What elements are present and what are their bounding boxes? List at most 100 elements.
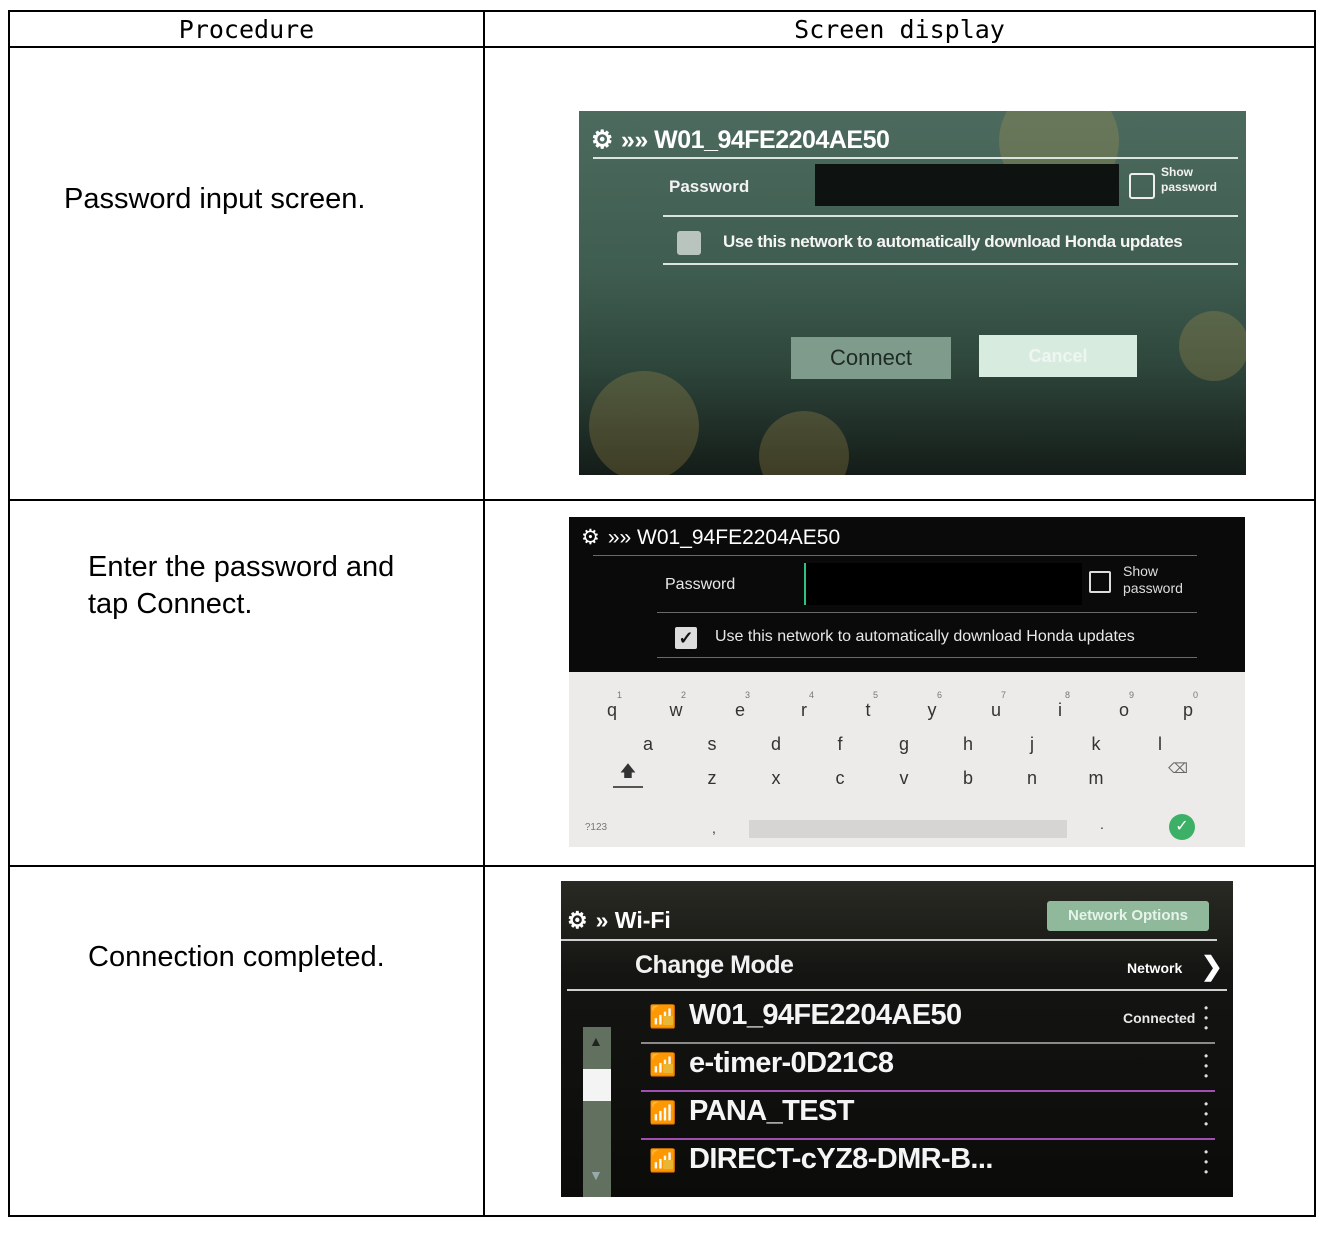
- divider: [593, 555, 1197, 556]
- procedure-line-1: Enter the password and: [88, 551, 395, 583]
- key-v[interactable]: v: [889, 768, 919, 789]
- key-number-hint: 9: [1129, 690, 1135, 700]
- show-password-line-2: password: [1161, 180, 1218, 194]
- show-password-line-2: password: [1123, 580, 1183, 596]
- network-row[interactable]: 📶e-timer-0D21C8•••: [641, 1045, 1209, 1089]
- network-ssid: PANA_TEST: [689, 1095, 854, 1127]
- scroll-down-icon[interactable]: ▼: [589, 1167, 603, 1183]
- auto-download-checkbox[interactable]: ✓: [675, 627, 697, 649]
- password-label: Password: [665, 576, 736, 593]
- done-check-icon[interactable]: ✓: [1169, 814, 1195, 840]
- list-scrollbar[interactable]: ▲ ▼: [583, 1027, 611, 1197]
- chevron-right-icon[interactable]: ❯: [1201, 951, 1223, 982]
- space-bar[interactable]: [749, 820, 1067, 838]
- divider: [657, 612, 1197, 613]
- scrollbar-thumb[interactable]: [583, 1069, 611, 1101]
- key-d[interactable]: d: [761, 734, 791, 755]
- key-letter: q: [606, 700, 617, 720]
- backspace-key[interactable]: ⌫: [1163, 760, 1193, 777]
- symbols-key[interactable]: ?123: [581, 822, 611, 833]
- settings-gear-icon: ⚙: [591, 126, 613, 154]
- key-b[interactable]: b: [953, 768, 983, 789]
- lock-icon: [663, 1016, 673, 1025]
- network-row[interactable]: 📶W01_94FE2204AE50Connected•••: [641, 997, 1209, 1041]
- key-letter: y: [927, 700, 937, 720]
- key-letter: r: [801, 700, 807, 720]
- more-options-icon[interactable]: • • •: [1204, 1050, 1208, 1082]
- show-password-checkbox[interactable]: [1129, 173, 1155, 199]
- key-f[interactable]: f: [825, 734, 855, 755]
- period-key[interactable]: .: [1087, 816, 1117, 832]
- more-options-icon[interactable]: • • •: [1204, 1002, 1208, 1034]
- key-number-hint: 7: [1001, 690, 1007, 700]
- key-number-hint: 4: [809, 690, 815, 700]
- more-options-icon[interactable]: • • •: [1204, 1146, 1208, 1178]
- network-ssid: e-timer-0D21C8: [689, 1047, 894, 1079]
- key-l[interactable]: l: [1145, 734, 1175, 755]
- connect-button[interactable]: Connect: [791, 337, 951, 379]
- divider: [561, 939, 1217, 941]
- key-x[interactable]: x: [761, 768, 791, 789]
- network-row[interactable]: 📶 PANA_TEST • • •: [641, 1093, 1209, 1137]
- key-n[interactable]: n: [1017, 768, 1047, 789]
- key-g[interactable]: g: [889, 734, 919, 755]
- key-number-hint: 1: [617, 690, 623, 700]
- key-h[interactable]: h: [953, 734, 983, 755]
- key-number-hint: 5: [873, 690, 879, 700]
- key-a[interactable]: a: [633, 734, 663, 755]
- key-u[interactable]: u7: [981, 690, 1011, 721]
- key-m[interactable]: m: [1081, 768, 1111, 789]
- key-o[interactable]: o9: [1109, 690, 1139, 721]
- shift-key[interactable]: 🡅: [613, 760, 643, 787]
- key-q[interactable]: q1: [597, 690, 627, 721]
- screen-display-3: ⚙ » Wi-Fi Network Options Change Mode Net…: [483, 865, 1316, 1217]
- network-name: »» W01_94FE2204AE50: [607, 526, 841, 549]
- key-number-hint: 2: [681, 690, 687, 700]
- key-letter: p: [1182, 700, 1193, 720]
- procedure-step-3: Connection completed.: [8, 865, 485, 1217]
- divider: [593, 157, 1238, 159]
- key-number-hint: 6: [937, 690, 943, 700]
- more-options-icon[interactable]: • • •: [1204, 1098, 1208, 1130]
- key-letter: w: [669, 700, 683, 720]
- show-password-label: Show password: [1161, 165, 1217, 195]
- key-t[interactable]: t5: [853, 690, 883, 721]
- cancel-button[interactable]: Cancel: [979, 335, 1137, 377]
- password-input[interactable]: [804, 563, 1082, 605]
- header-procedure: Procedure: [8, 10, 485, 48]
- key-c[interactable]: c: [825, 768, 855, 789]
- comma-key[interactable]: ,: [699, 820, 729, 836]
- password-input[interactable]: [815, 164, 1119, 206]
- key-e[interactable]: e3: [725, 690, 755, 721]
- key-number-hint: 3: [745, 690, 751, 700]
- divider: [663, 215, 1238, 217]
- key-number-hint: 8: [1065, 690, 1071, 700]
- key-j[interactable]: j: [1017, 734, 1047, 755]
- shift-underline: [613, 786, 643, 788]
- key-w[interactable]: w2: [661, 690, 691, 721]
- show-password-label: Show password: [1123, 563, 1183, 597]
- key-z[interactable]: z: [697, 768, 727, 789]
- scroll-to-top-icon[interactable]: ▲: [589, 1033, 603, 1049]
- key-y[interactable]: y6: [917, 690, 947, 721]
- key-s[interactable]: s: [697, 734, 727, 755]
- network-options-button[interactable]: Network Options: [1047, 901, 1209, 931]
- auto-download-checkbox[interactable]: [677, 231, 701, 255]
- auto-download-label: Use this network to automatically downlo…: [723, 232, 1183, 251]
- key-p[interactable]: p0: [1173, 690, 1203, 721]
- key-k[interactable]: k: [1081, 734, 1111, 755]
- auto-download-label: Use this network to automatically downlo…: [715, 628, 1135, 645]
- network-ssid: DIRECT-cYZ8-DMR-B...: [689, 1143, 993, 1175]
- key-i[interactable]: i8: [1045, 690, 1075, 721]
- change-mode-label[interactable]: Change Mode: [635, 951, 794, 980]
- header-screen-display: Screen display: [483, 10, 1316, 48]
- show-password-line-1: Show: [1161, 165, 1193, 179]
- procedure-line-2: tap Connect.: [88, 588, 253, 620]
- key-number-hint: 0: [1193, 690, 1199, 700]
- network-row[interactable]: 📶DIRECT-cYZ8-DMR-B...•••: [641, 1141, 1209, 1185]
- show-password-checkbox[interactable]: [1089, 571, 1111, 593]
- key-r[interactable]: r4: [789, 690, 819, 721]
- divider: [663, 263, 1238, 265]
- key-letter: o: [1118, 700, 1129, 720]
- password-entry-screen: ⚙ »» W01_94FE2204AE50 Password Show passw…: [569, 517, 1245, 847]
